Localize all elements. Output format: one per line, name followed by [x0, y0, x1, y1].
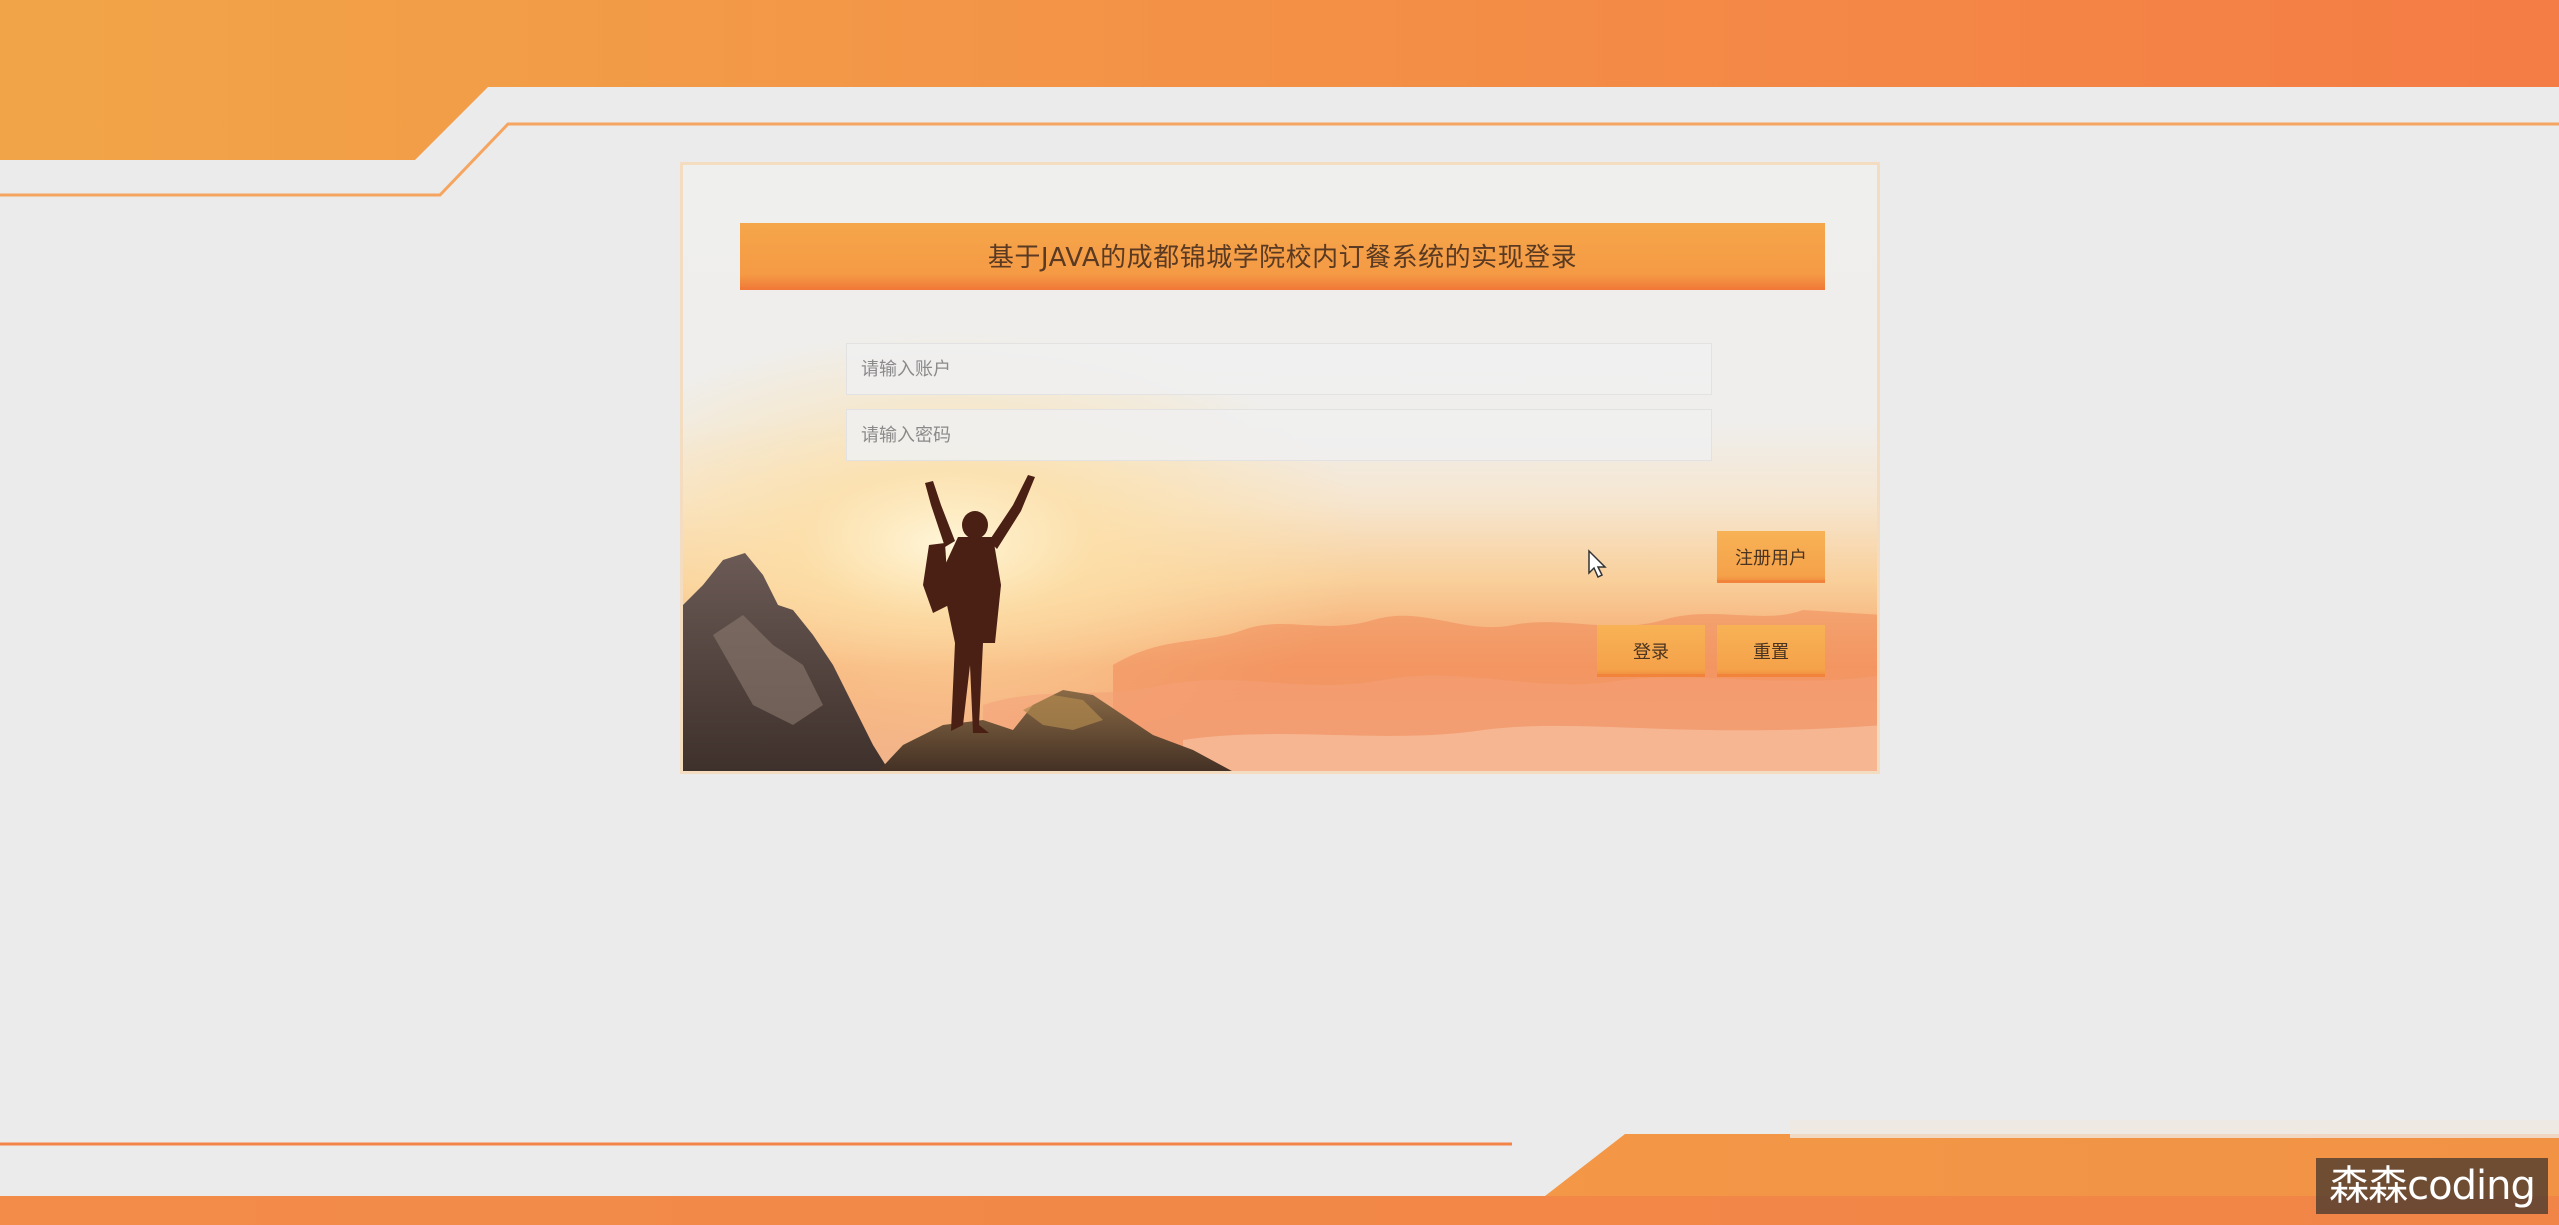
top-orange-band [0, 0, 2559, 160]
watermark-label: 森森coding [2316, 1158, 2548, 1214]
login-title-bar: 基于JAVA的成都锦城学院校内订餐系统的实现登录 [740, 223, 1825, 287]
login-button[interactable]: 登录 [1597, 625, 1705, 677]
mouse-cursor-icon [1588, 549, 1607, 579]
login-panel: 基于JAVA的成都锦城学院校内订餐系统的实现登录 注册用户 登录 重置 [680, 162, 1880, 774]
account-input[interactable] [846, 343, 1712, 395]
reset-button[interactable]: 重置 [1717, 625, 1825, 677]
register-button[interactable]: 注册用户 [1717, 531, 1825, 583]
page-title: 基于JAVA的成都锦城学院校内订餐系统的实现登录 [987, 242, 1578, 273]
password-input[interactable] [846, 409, 1712, 461]
